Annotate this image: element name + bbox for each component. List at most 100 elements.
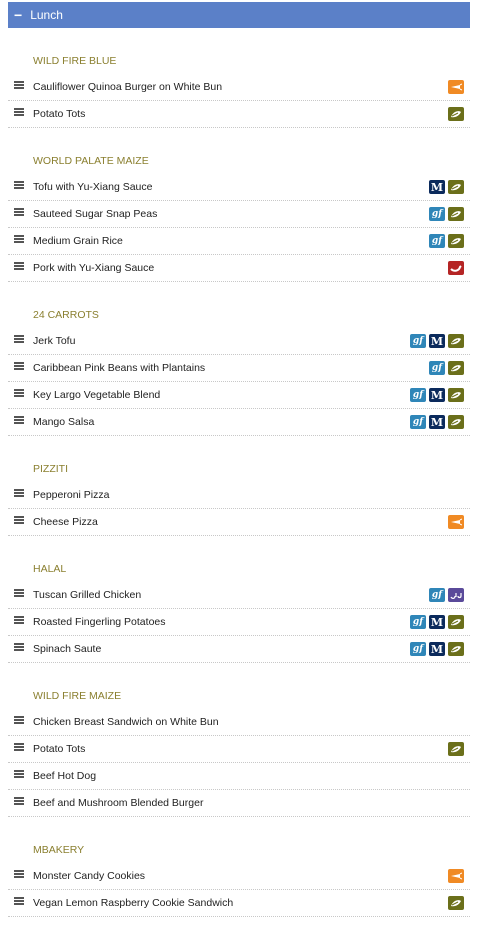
menu-item[interactable]: Sauteed Sugar Snap Peas gf (8, 201, 470, 228)
menu-item[interactable]: Caribbean Pink Beans with Plantains gf (8, 355, 470, 382)
menu-item[interactable]: Pork with Yu-Xiang Sauce (8, 255, 470, 282)
menu-item[interactable]: Cauliflower Quinoa Burger on White Bun (8, 74, 470, 101)
menu-item-name[interactable]: Monster Candy Cookies (33, 870, 145, 882)
menu-item-name[interactable]: Potato Tots (33, 108, 85, 120)
menu-item[interactable]: Potato Tots (8, 101, 470, 128)
vegetarian-leaf-icon[interactable] (448, 415, 464, 429)
gluten-free-icon[interactable]: gf (410, 415, 426, 429)
menu-item-name[interactable]: Sauteed Sugar Snap Peas (33, 208, 157, 220)
collapse-toggle-icon[interactable]: − (14, 8, 22, 22)
nutrition-list-icon[interactable] (14, 516, 24, 525)
nutrition-list-icon[interactable] (14, 770, 24, 779)
menu-item[interactable]: Spinach Saute gf M (8, 636, 470, 663)
mhealthy-icon[interactable]: M (429, 642, 445, 656)
menu-item[interactable]: Chicken Breast Sandwich on White Bun (8, 709, 470, 736)
vegetarian-leaf-icon[interactable] (448, 642, 464, 656)
menu-item[interactable]: Mango Salsa gf M (8, 409, 470, 436)
mhealthy-icon[interactable]: M (429, 615, 445, 629)
nutrition-list-icon[interactable] (14, 716, 24, 725)
menu-item-name[interactable]: Chicken Breast Sandwich on White Bun (33, 716, 219, 728)
menu-item-name[interactable]: Tofu with Yu-Xiang Sauce (33, 181, 152, 193)
menu-item-name[interactable]: Spinach Saute (33, 643, 101, 655)
vegetarian-leaf-icon[interactable] (448, 207, 464, 221)
nutrition-list-icon[interactable] (14, 643, 24, 652)
menu-item[interactable]: Beef and Mushroom Blended Burger (8, 790, 470, 817)
vegetarian-leaf-icon[interactable] (448, 180, 464, 194)
menu-item[interactable]: Roasted Fingerling Potatoes gf M (8, 609, 470, 636)
vegan-icon[interactable] (448, 80, 464, 94)
menu-item-name[interactable]: Medium Grain Rice (33, 235, 123, 247)
menu-item-name[interactable]: Roasted Fingerling Potatoes (33, 616, 166, 628)
trait-badges: gf M (410, 615, 464, 629)
nutrition-list-icon[interactable] (14, 416, 24, 425)
vegetarian-leaf-icon[interactable] (448, 361, 464, 375)
nutrition-list-icon[interactable] (14, 208, 24, 217)
menu-item[interactable]: Cheese Pizza (8, 509, 470, 536)
mhealthy-icon[interactable]: M (429, 334, 445, 348)
vegetarian-leaf-icon[interactable] (448, 107, 464, 121)
menu-item-name[interactable]: Potato Tots (33, 743, 85, 755)
menu-item-name[interactable]: Mango Salsa (33, 416, 94, 428)
gluten-free-icon[interactable]: gf (429, 234, 445, 248)
nutrition-list-icon[interactable] (14, 262, 24, 271)
halal-icon[interactable] (448, 588, 464, 602)
vegetarian-leaf-icon[interactable] (448, 234, 464, 248)
spicy-pepper-icon[interactable] (448, 261, 464, 275)
menu-item-name[interactable]: Vegan Lemon Raspberry Cookie Sandwich (33, 897, 233, 909)
menu-item[interactable]: Potato Tots (8, 736, 470, 763)
vegan-icon[interactable] (448, 515, 464, 529)
nutrition-list-icon[interactable] (14, 589, 24, 598)
station-section: WORLD PALATE MAIZE Tofu with Yu-Xiang Sau… (8, 154, 470, 282)
gluten-free-icon[interactable]: gf (429, 588, 445, 602)
meal-header-lunch[interactable]: − Lunch (8, 2, 470, 28)
nutrition-list-icon[interactable] (14, 489, 24, 498)
gluten-free-icon[interactable]: gf (429, 361, 445, 375)
nutrition-list-icon[interactable] (14, 797, 24, 806)
menu-item-name[interactable]: Key Largo Vegetable Blend (33, 389, 160, 401)
menu-item-name[interactable]: Jerk Tofu (33, 335, 75, 347)
menu-item[interactable]: Pepperoni Pizza (8, 482, 470, 509)
menu-item-name[interactable]: Tuscan Grilled Chicken (33, 589, 141, 601)
nutrition-list-icon[interactable] (14, 870, 24, 879)
menu-item[interactable]: Beef Hot Dog (8, 763, 470, 790)
menu-item[interactable]: Key Largo Vegetable Blend gf M (8, 382, 470, 409)
menu-item-name[interactable]: Pepperoni Pizza (33, 489, 109, 501)
nutrition-list-icon[interactable] (14, 81, 24, 90)
nutrition-list-icon[interactable] (14, 897, 24, 906)
menu-item[interactable]: Jerk Tofu gf M (8, 328, 470, 355)
menu-item[interactable]: Tuscan Grilled Chicken gf (8, 582, 470, 609)
nutrition-list-icon[interactable] (14, 181, 24, 190)
menu-item[interactable]: Vegan Lemon Raspberry Cookie Sandwich (8, 890, 470, 917)
nutrition-list-icon[interactable] (14, 616, 24, 625)
menu-item[interactable]: Tofu with Yu-Xiang Sauce M (8, 174, 470, 201)
nutrition-list-icon[interactable] (14, 108, 24, 117)
nutrition-list-icon[interactable] (14, 389, 24, 398)
mhealthy-icon[interactable]: M (429, 180, 445, 194)
menu-item-name[interactable]: Caribbean Pink Beans with Plantains (33, 362, 205, 374)
menu-item-name[interactable]: Beef and Mushroom Blended Burger (33, 797, 203, 809)
nutrition-list-icon[interactable] (14, 235, 24, 244)
vegetarian-leaf-icon[interactable] (448, 615, 464, 629)
mhealthy-icon[interactable]: M (429, 415, 445, 429)
gluten-free-icon[interactable]: gf (410, 334, 426, 348)
menu-item-name[interactable]: Cheese Pizza (33, 516, 98, 528)
gluten-free-icon[interactable]: gf (429, 207, 445, 221)
gluten-free-icon[interactable]: gf (410, 642, 426, 656)
vegetarian-leaf-icon[interactable] (448, 742, 464, 756)
gluten-free-icon[interactable]: gf (410, 615, 426, 629)
gluten-free-icon[interactable]: gf (410, 388, 426, 402)
mhealthy-icon[interactable]: M (429, 388, 445, 402)
nutrition-list-icon[interactable] (14, 335, 24, 344)
nutrition-list-icon[interactable] (14, 743, 24, 752)
nutrition-list-icon[interactable] (14, 362, 24, 371)
vegan-icon[interactable] (448, 869, 464, 883)
menu-item-name[interactable]: Cauliflower Quinoa Burger on White Bun (33, 81, 222, 93)
vegetarian-leaf-icon[interactable] (448, 896, 464, 910)
menu-item[interactable]: Monster Candy Cookies (8, 863, 470, 890)
menu-item-name[interactable]: Beef Hot Dog (33, 770, 96, 782)
vegetarian-leaf-icon[interactable] (448, 334, 464, 348)
vegetarian-leaf-icon[interactable] (448, 388, 464, 402)
menu-item-name[interactable]: Pork with Yu-Xiang Sauce (33, 262, 154, 274)
station-section: 24 CARROTS Jerk Tofu gf M Caribbean Pink Bea… (8, 308, 470, 436)
menu-item[interactable]: Medium Grain Rice gf (8, 228, 470, 255)
